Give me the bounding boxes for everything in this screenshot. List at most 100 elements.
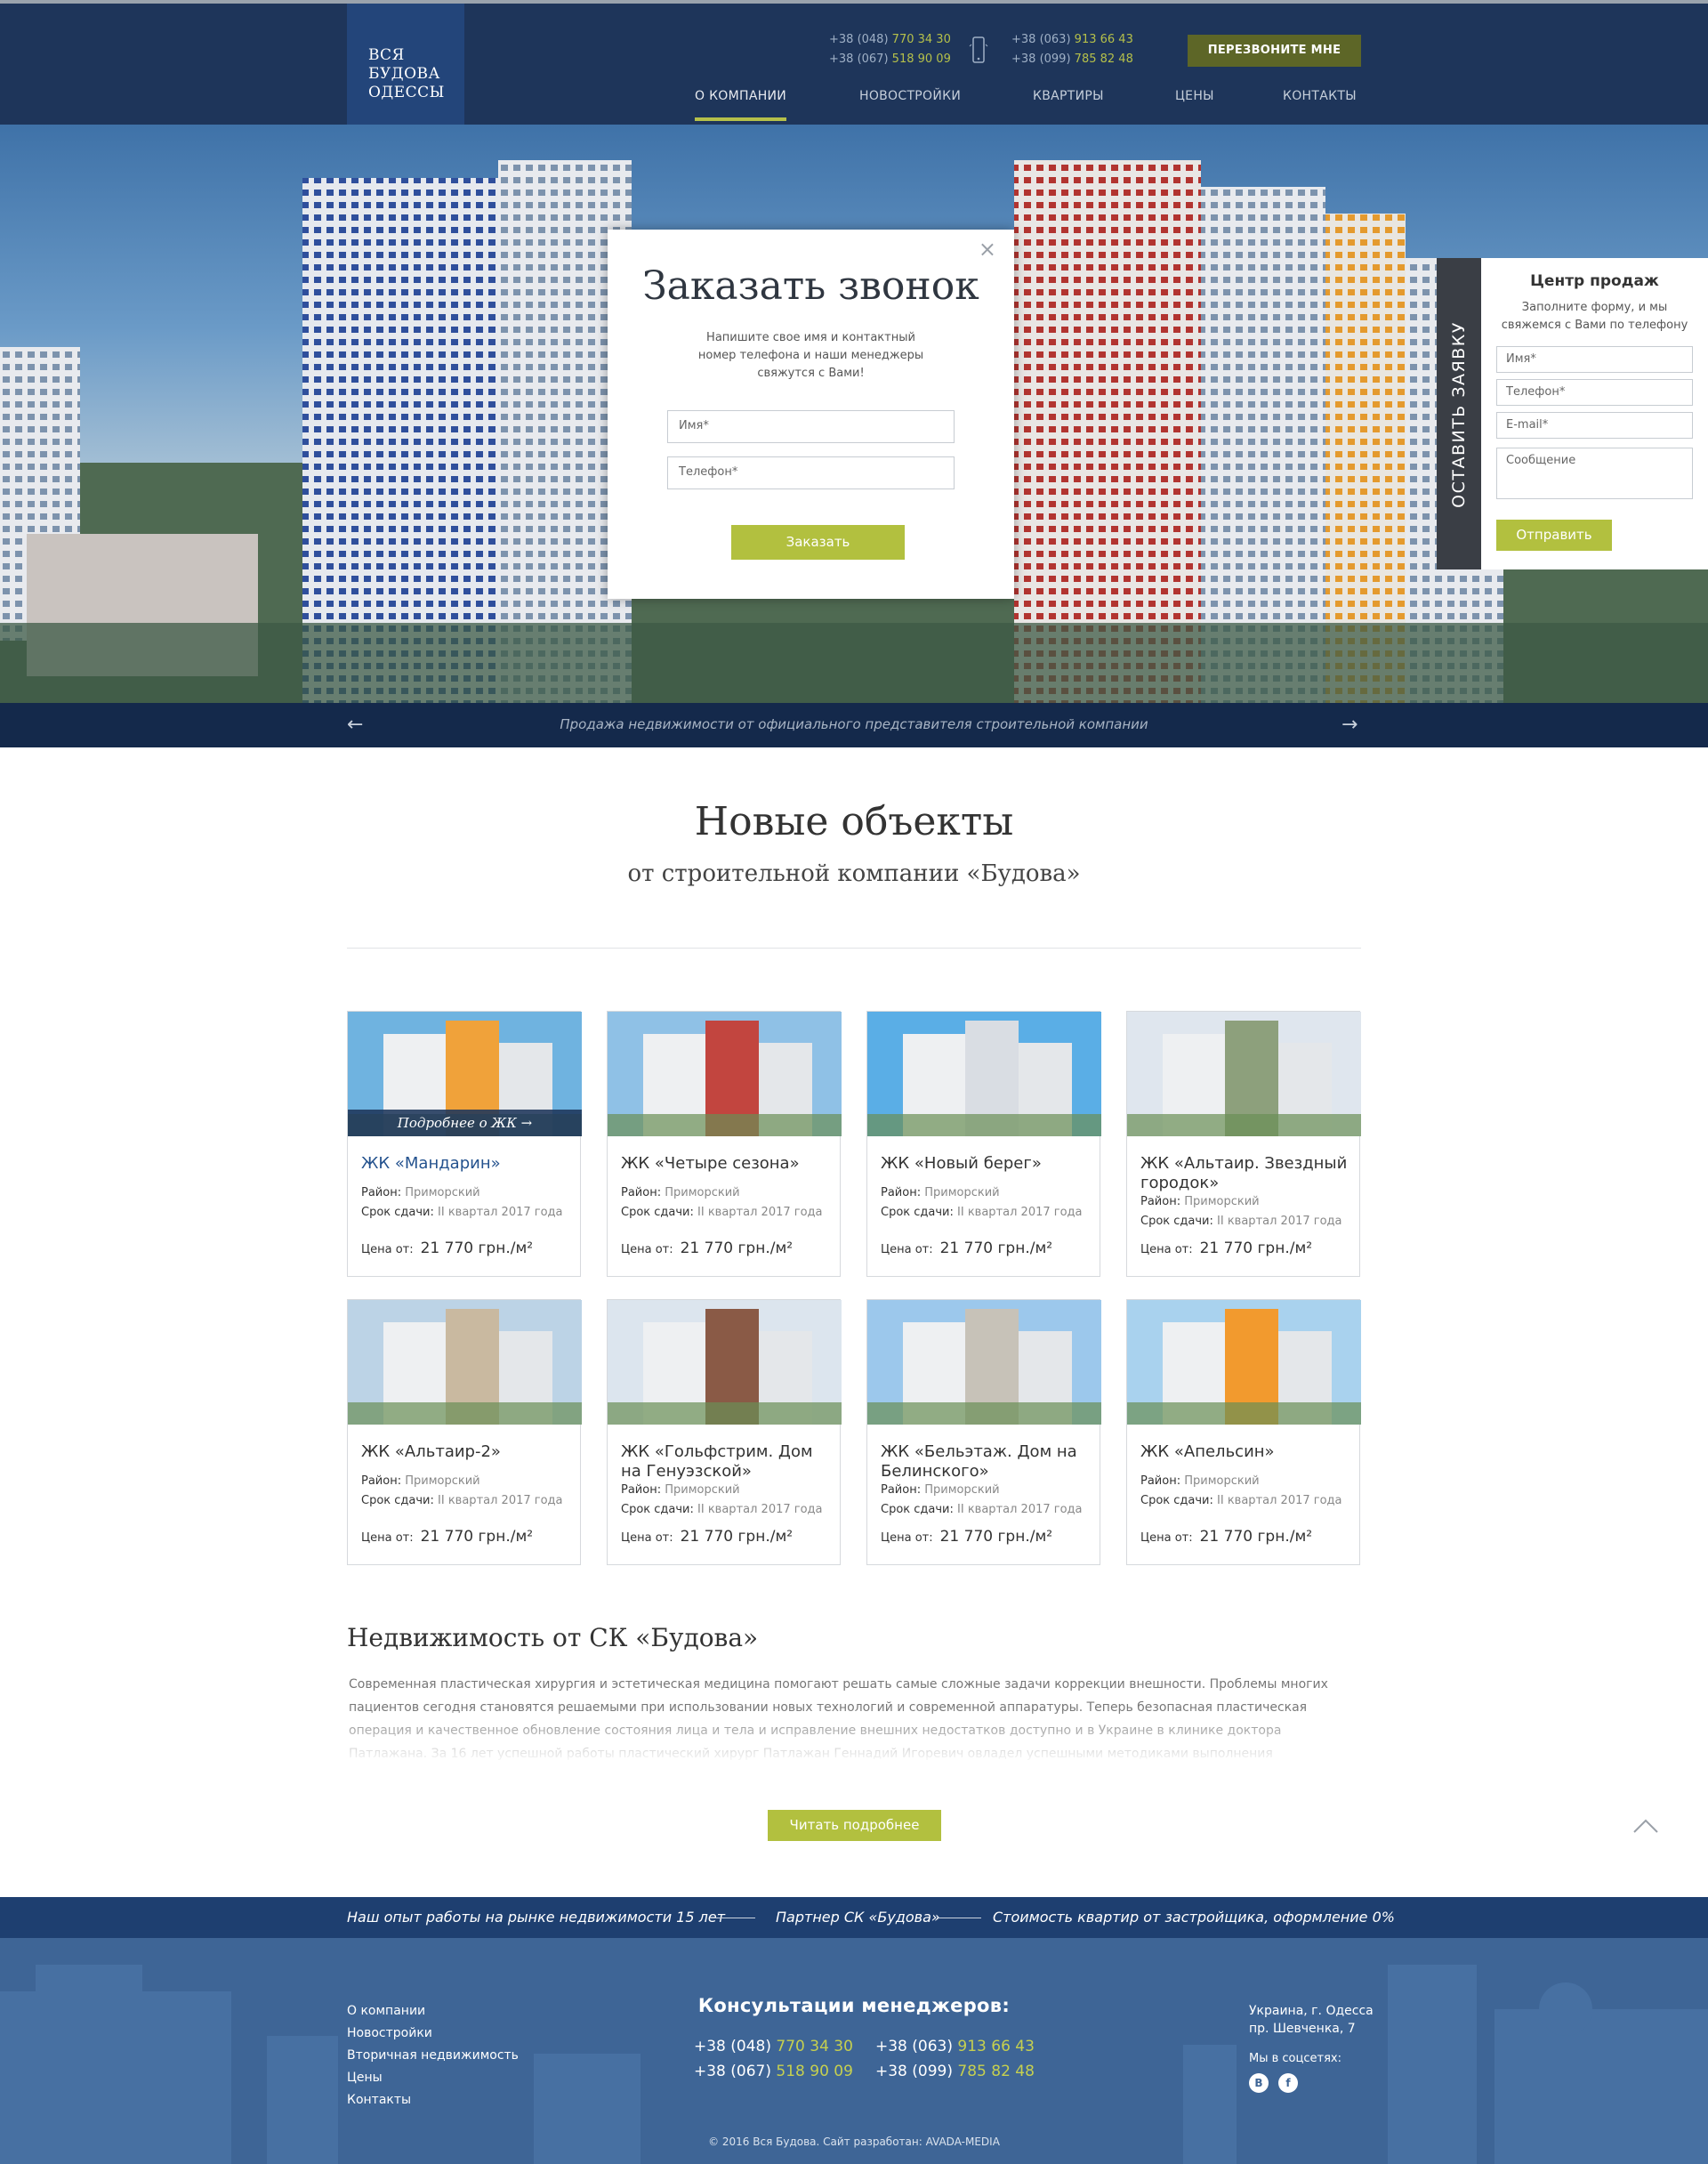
phone-number: 770 34 30: [776, 2038, 853, 2055]
nav-item-apartments[interactable]: КВАРТИРЫ: [1033, 89, 1104, 121]
object-district: Район: Приморский: [881, 1186, 1000, 1199]
object-photo[interactable]: [608, 1300, 842, 1425]
footer-phone[interactable]: +38 (048) 770 34 30: [694, 2034, 853, 2059]
modal-name-input[interactable]: Имя*: [667, 410, 955, 443]
footer-link-secondary[interactable]: Вторичная недвижимость: [347, 2045, 519, 2067]
footer-phone[interactable]: +38 (063) 913 66 43: [875, 2034, 1035, 2059]
district-value: Приморский: [665, 1483, 740, 1497]
object-district: Район: Приморский: [1140, 1474, 1260, 1488]
district-value: Приморский: [405, 1186, 480, 1199]
phone-number: 770 34 30: [891, 33, 951, 46]
price-value: 21 770 грн./м²: [939, 1528, 1053, 1546]
advantage-item: Наш опыт работы на рынке недвижимости 15…: [347, 1909, 726, 1926]
object-title[interactable]: ЖК «Альтаир. Звездный городок»: [1140, 1154, 1354, 1193]
phone-number: 785 82 48: [1074, 52, 1133, 66]
object-district: Район: Приморский: [881, 1483, 1000, 1497]
object-card[interactable]: ЖК «Альтаир. Звездный городок» Район: При…: [1126, 1011, 1361, 1277]
close-icon[interactable]: ×: [979, 238, 996, 260]
modal-text: Напишите свое имя и контактный номер тел…: [697, 331, 924, 380]
vk-icon[interactable]: В: [1249, 2073, 1269, 2093]
nav-item-contacts[interactable]: КОНТАКТЫ: [1283, 89, 1357, 121]
object-card[interactable]: ЖК «Новый берег» Район: Приморский Срок сд…: [866, 1011, 1101, 1277]
price-value: 21 770 грн./м²: [420, 1528, 534, 1546]
read-more-button[interactable]: Читать подробнее: [768, 1810, 941, 1841]
deadline-value: II квартал 2017 года: [957, 1206, 1083, 1219]
object-price: Цена от: 21 770 грн./м²: [1140, 1528, 1312, 1546]
nav-item-prices[interactable]: ЦЕНЫ: [1175, 89, 1214, 121]
header-phone[interactable]: +38 (099) 785 82 48: [1011, 50, 1133, 69]
site-footer: О компании Новостройки Вторичная недвижи…: [0, 1938, 1708, 2164]
object-price: Цена от: 21 770 грн./м²: [881, 1528, 1052, 1546]
footer-phone[interactable]: +38 (099) 785 82 48: [875, 2059, 1035, 2084]
header-phone[interactable]: +38 (063) 913 66 43: [1011, 30, 1133, 50]
object-district: Район: Приморский: [361, 1474, 480, 1488]
object-title[interactable]: ЖК «Апельсин»: [1140, 1442, 1354, 1462]
phone-prefix: +38 (067): [694, 2063, 771, 2080]
footer-link-prices[interactable]: Цены: [347, 2067, 519, 2089]
object-card[interactable]: ЖК «Четыре сезона» Район: Приморский Срок …: [607, 1011, 842, 1277]
side-name-input[interactable]: Имя*: [1496, 346, 1693, 373]
district-value: Приморский: [924, 1186, 1000, 1199]
price-value: 21 770 грн./м²: [1199, 1528, 1313, 1546]
object-photo[interactable]: [348, 1300, 582, 1425]
phone-number: 518 90 09: [776, 2063, 853, 2080]
header-phone[interactable]: +38 (067) 518 90 09: [829, 50, 951, 69]
deadline-value: II квартал 2017 года: [957, 1503, 1083, 1516]
deadline-label: Срок сдачи:: [1140, 1215, 1213, 1228]
city-silhouette-image: [0, 1965, 1708, 2164]
side-submit-button[interactable]: Отправить: [1496, 520, 1612, 551]
side-form-tab[interactable]: ОСТАВИТЬ ЗАЯВКУ: [1437, 258, 1481, 569]
object-card[interactable]: ЖК «Апельсин» Район: Приморский Срок сдачи…: [1126, 1299, 1361, 1565]
object-title[interactable]: ЖК «Бельэтаж. Дом на Белинского»: [881, 1442, 1094, 1482]
social-label: Мы в соцсетях:: [1249, 2052, 1341, 2065]
footer-link-contacts[interactable]: Контакты: [347, 2089, 519, 2112]
object-title[interactable]: ЖК «Четыре сезона»: [621, 1154, 834, 1174]
side-message-textarea[interactable]: Сообщение: [1496, 448, 1693, 499]
side-form-tab-label: ОСТАВИТЬ ЗАЯВКУ: [1449, 321, 1469, 508]
footer-phones-right: +38 (063) 913 66 43 +38 (099) 785 82 48: [875, 2034, 1035, 2084]
object-deadline: Срок сдачи: II квартал 2017 года: [1140, 1494, 1342, 1507]
object-card[interactable]: ЖК «Бельэтаж. Дом на Белинского» Район: П…: [866, 1299, 1101, 1565]
object-photo[interactable]: [867, 1012, 1101, 1136]
object-deadline: Срок сдачи: II квартал 2017 года: [361, 1206, 563, 1219]
phone-prefix: +38 (067): [829, 52, 889, 66]
object-card[interactable]: Подробнее о ЖК → ЖК «Мандарин» Район: Прим…: [347, 1011, 582, 1277]
object-title[interactable]: ЖК «Альтаир-2»: [361, 1442, 575, 1462]
header-phone[interactable]: +38 (048) 770 34 30: [829, 30, 951, 50]
object-photo[interactable]: [1127, 1012, 1361, 1136]
object-deadline: Срок сдачи: II квартал 2017 года: [881, 1206, 1083, 1219]
object-card[interactable]: ЖК «Альтаир-2» Район: Приморский Срок сдач…: [347, 1299, 582, 1565]
object-title[interactable]: ЖК «Новый берег»: [881, 1154, 1094, 1174]
facebook-icon[interactable]: f: [1278, 2073, 1298, 2093]
object-photo[interactable]: [867, 1300, 1101, 1425]
footer-phone[interactable]: +38 (067) 518 90 09: [694, 2059, 853, 2084]
object-photo[interactable]: [608, 1012, 842, 1136]
modal-submit-button[interactable]: Заказать: [731, 525, 905, 560]
object-photo[interactable]: [1127, 1300, 1361, 1425]
mobile-phone-icon: [969, 36, 988, 63]
footer-link-new-buildings[interactable]: Новостройки: [347, 2023, 519, 2045]
object-price: Цена от: 21 770 грн./м²: [621, 1239, 793, 1257]
object-card[interactable]: ЖК «Гольфстрим. Дом на Генуэзской» Район:…: [607, 1299, 842, 1565]
side-email-input[interactable]: E-mail*: [1496, 412, 1693, 439]
object-deadline: Срок сдачи: II квартал 2017 года: [621, 1206, 823, 1219]
nav-item-about[interactable]: О КОМПАНИИ: [695, 89, 787, 121]
callback-button[interactable]: ПЕРЕЗВОНИТЕ МНЕ: [1188, 35, 1361, 67]
more-about-link[interactable]: Подробнее о ЖК →: [348, 1110, 582, 1136]
side-phone-input[interactable]: Телефон*: [1496, 379, 1693, 406]
object-photo[interactable]: Подробнее о ЖК →: [348, 1012, 582, 1136]
arrow-right-icon[interactable]: →: [1341, 714, 1358, 736]
deadline-label: Срок сдачи:: [621, 1503, 694, 1516]
object-district: Район: Приморский: [361, 1186, 480, 1199]
modal-phone-input[interactable]: Телефон*: [667, 456, 955, 489]
logo-line: ВСЯ: [368, 46, 405, 64]
price-value: 21 770 грн./м²: [939, 1239, 1053, 1257]
price-label: Цена от:: [881, 1243, 933, 1256]
object-title[interactable]: ЖК «Гольфстрим. Дом на Генуэзской»: [621, 1442, 834, 1482]
nav-item-new-buildings[interactable]: НОВОСТРОЙКИ: [859, 89, 961, 121]
object-title[interactable]: ЖК «Мандарин»: [361, 1154, 575, 1174]
district-value: Приморский: [405, 1474, 480, 1488]
phone-prefix: +38 (063): [1011, 33, 1071, 46]
chevron-up-icon[interactable]: [1632, 1817, 1659, 1835]
advantage-item: Партнер СК «Будова»: [776, 1909, 940, 1926]
